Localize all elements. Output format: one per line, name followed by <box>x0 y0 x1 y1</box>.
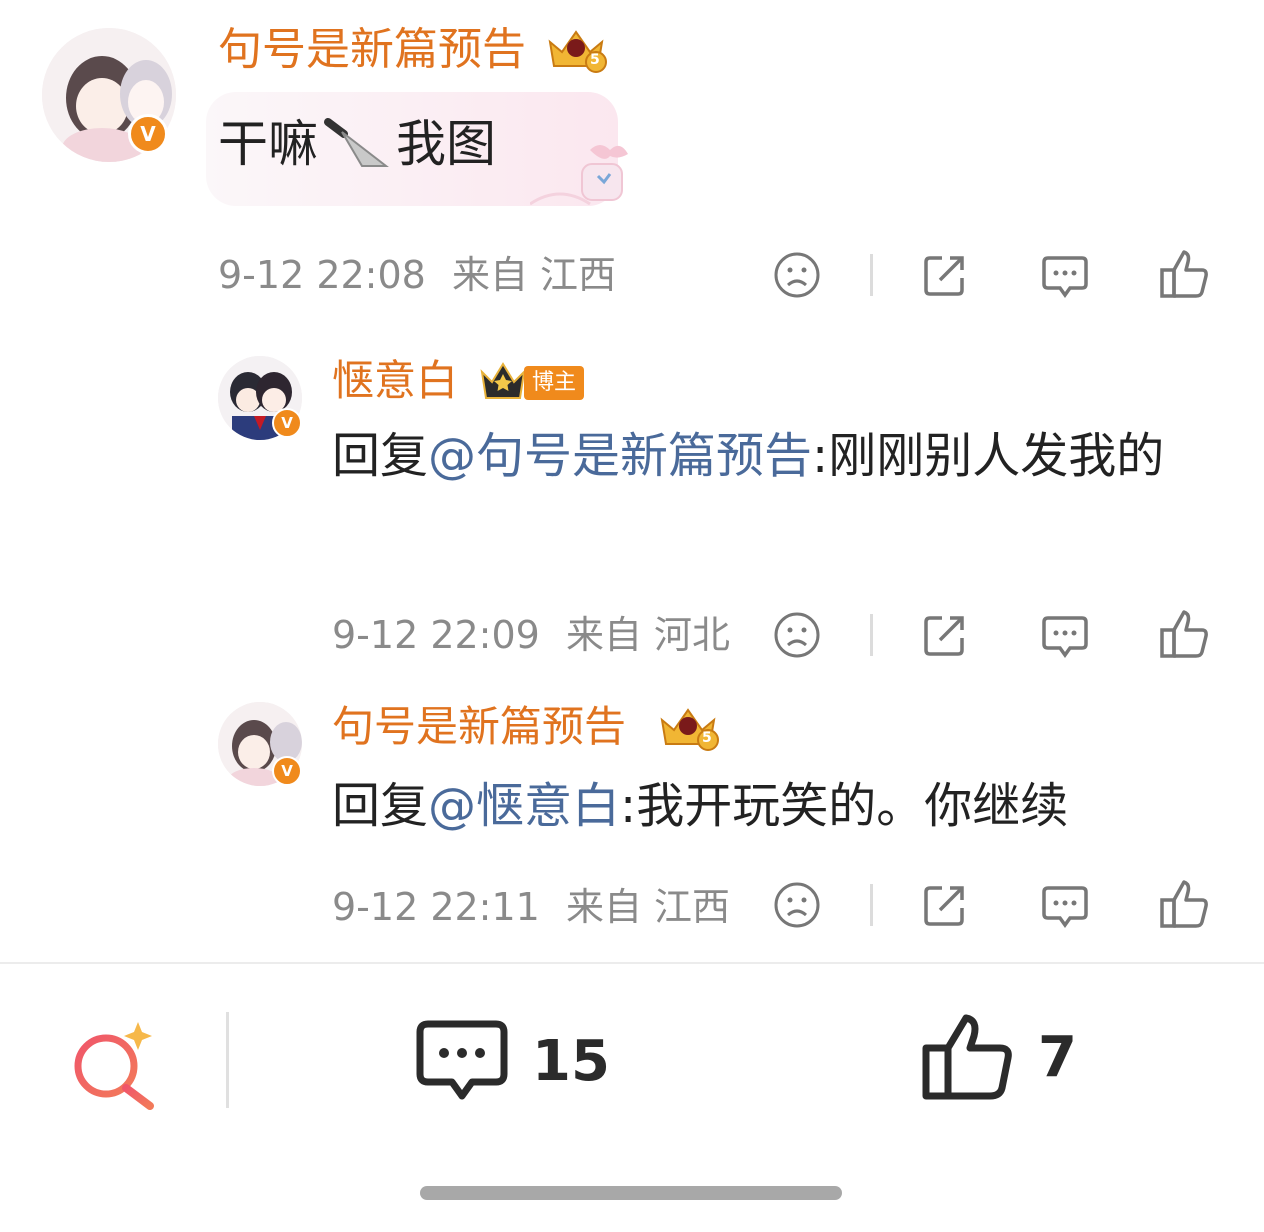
reply-username[interactable]: 惬意白 <box>332 360 458 402</box>
reply-time: 9-12 22:11 <box>332 885 540 929</box>
comment-location: 来自 江西 <box>451 253 617 297</box>
comment-bubble-icon[interactable] <box>1040 250 1090 300</box>
action-divider <box>870 614 873 656</box>
comment-main: V 句号是新篇预告 5 干嘛 我图 9-12 22:08 来自 江西 <box>0 0 1264 320</box>
home-indicator[interactable] <box>420 1186 842 1200</box>
share-icon[interactable] <box>920 250 970 300</box>
reply-time: 9-12 22:09 <box>332 613 540 657</box>
comment-bubble-icon[interactable] <box>1040 610 1090 660</box>
comment-bubble-icon[interactable] <box>1040 880 1090 930</box>
reply-location: 来自 河北 <box>565 613 731 657</box>
reply-username[interactable]: 句号是新篇预告 <box>332 706 626 748</box>
comment-time: 9-12 22:08 <box>218 253 426 297</box>
verified-v-icon: V <box>272 408 302 438</box>
comment-text-before: 干嘛 <box>218 115 318 173</box>
reply-location: 来自 江西 <box>565 885 731 929</box>
like-count-button[interactable]: 7 <box>920 1012 1077 1102</box>
comment-text: 干嘛 我图 <box>218 116 496 172</box>
sad-face-icon[interactable] <box>772 880 822 930</box>
reply-item: V 句号是新篇预告 5 回复@惬意白:我开玩笑的。你继续 9-12 22:11 … <box>0 690 1264 950</box>
comment-username[interactable]: 句号是新篇预告 <box>218 28 526 72</box>
reply-text: 回复@惬意白:我开玩笑的。你继续 <box>332 766 1232 846</box>
reply-prefix: 回复 <box>332 778 429 834</box>
reply-meta: 9-12 22:09 来自 河北 <box>332 616 730 654</box>
comment-count-button[interactable]: 15 <box>414 1018 610 1104</box>
reply-body: :刚刚别人发我的 <box>812 428 1165 484</box>
sad-face-icon[interactable] <box>772 610 822 660</box>
sad-face-icon[interactable] <box>772 250 822 300</box>
bottom-divider <box>226 1012 229 1108</box>
crown-icon: 5 <box>544 26 608 74</box>
verified-v-icon: V <box>272 756 302 786</box>
crown-icon <box>478 360 528 404</box>
comment-text-after: 我图 <box>396 115 496 173</box>
comment-bubble-icon <box>416 1020 508 1100</box>
comment-count: 15 <box>532 1028 610 1094</box>
share-icon[interactable] <box>920 880 970 930</box>
thumbs-up-icon[interactable] <box>1158 608 1210 660</box>
reply-item: V 惬意白 博主 回复@句号是新篇预告:刚刚别人发我的 9-12 22:09 来… <box>0 340 1264 670</box>
ai-search-icon[interactable] <box>66 1016 162 1112</box>
comment-meta: 9-12 22:08 来自 江西 <box>218 256 616 294</box>
bottom-bar: 15 7 <box>0 964 1264 1154</box>
reply-text: 回复@句号是新篇预告:刚刚别人发我的 <box>332 416 1192 496</box>
verified-v-icon: V <box>128 114 168 154</box>
crown-icon: 5 <box>656 704 720 752</box>
reply-body: :我开玩笑的。你继续 <box>620 778 1069 834</box>
thumbs-up-icon[interactable] <box>1158 248 1210 300</box>
level-number: 5 <box>590 52 600 68</box>
thumbs-up-icon <box>922 1014 1012 1100</box>
kitchen-knife-icon <box>324 118 389 167</box>
mention-link[interactable]: @惬意白 <box>428 778 620 834</box>
blogger-badge: 博主 <box>524 366 585 400</box>
share-icon[interactable] <box>920 610 970 660</box>
bubble-decoration <box>529 140 630 212</box>
like-count: 7 <box>1038 1024 1077 1090</box>
mention-link[interactable]: @句号是新篇预告 <box>428 428 812 484</box>
reply-prefix: 回复 <box>332 428 429 484</box>
thumbs-up-icon[interactable] <box>1158 878 1210 930</box>
level-number: 5 <box>702 730 712 746</box>
action-divider <box>870 254 873 296</box>
reply-meta: 9-12 22:11 来自 江西 <box>332 888 730 926</box>
action-divider <box>870 884 873 926</box>
